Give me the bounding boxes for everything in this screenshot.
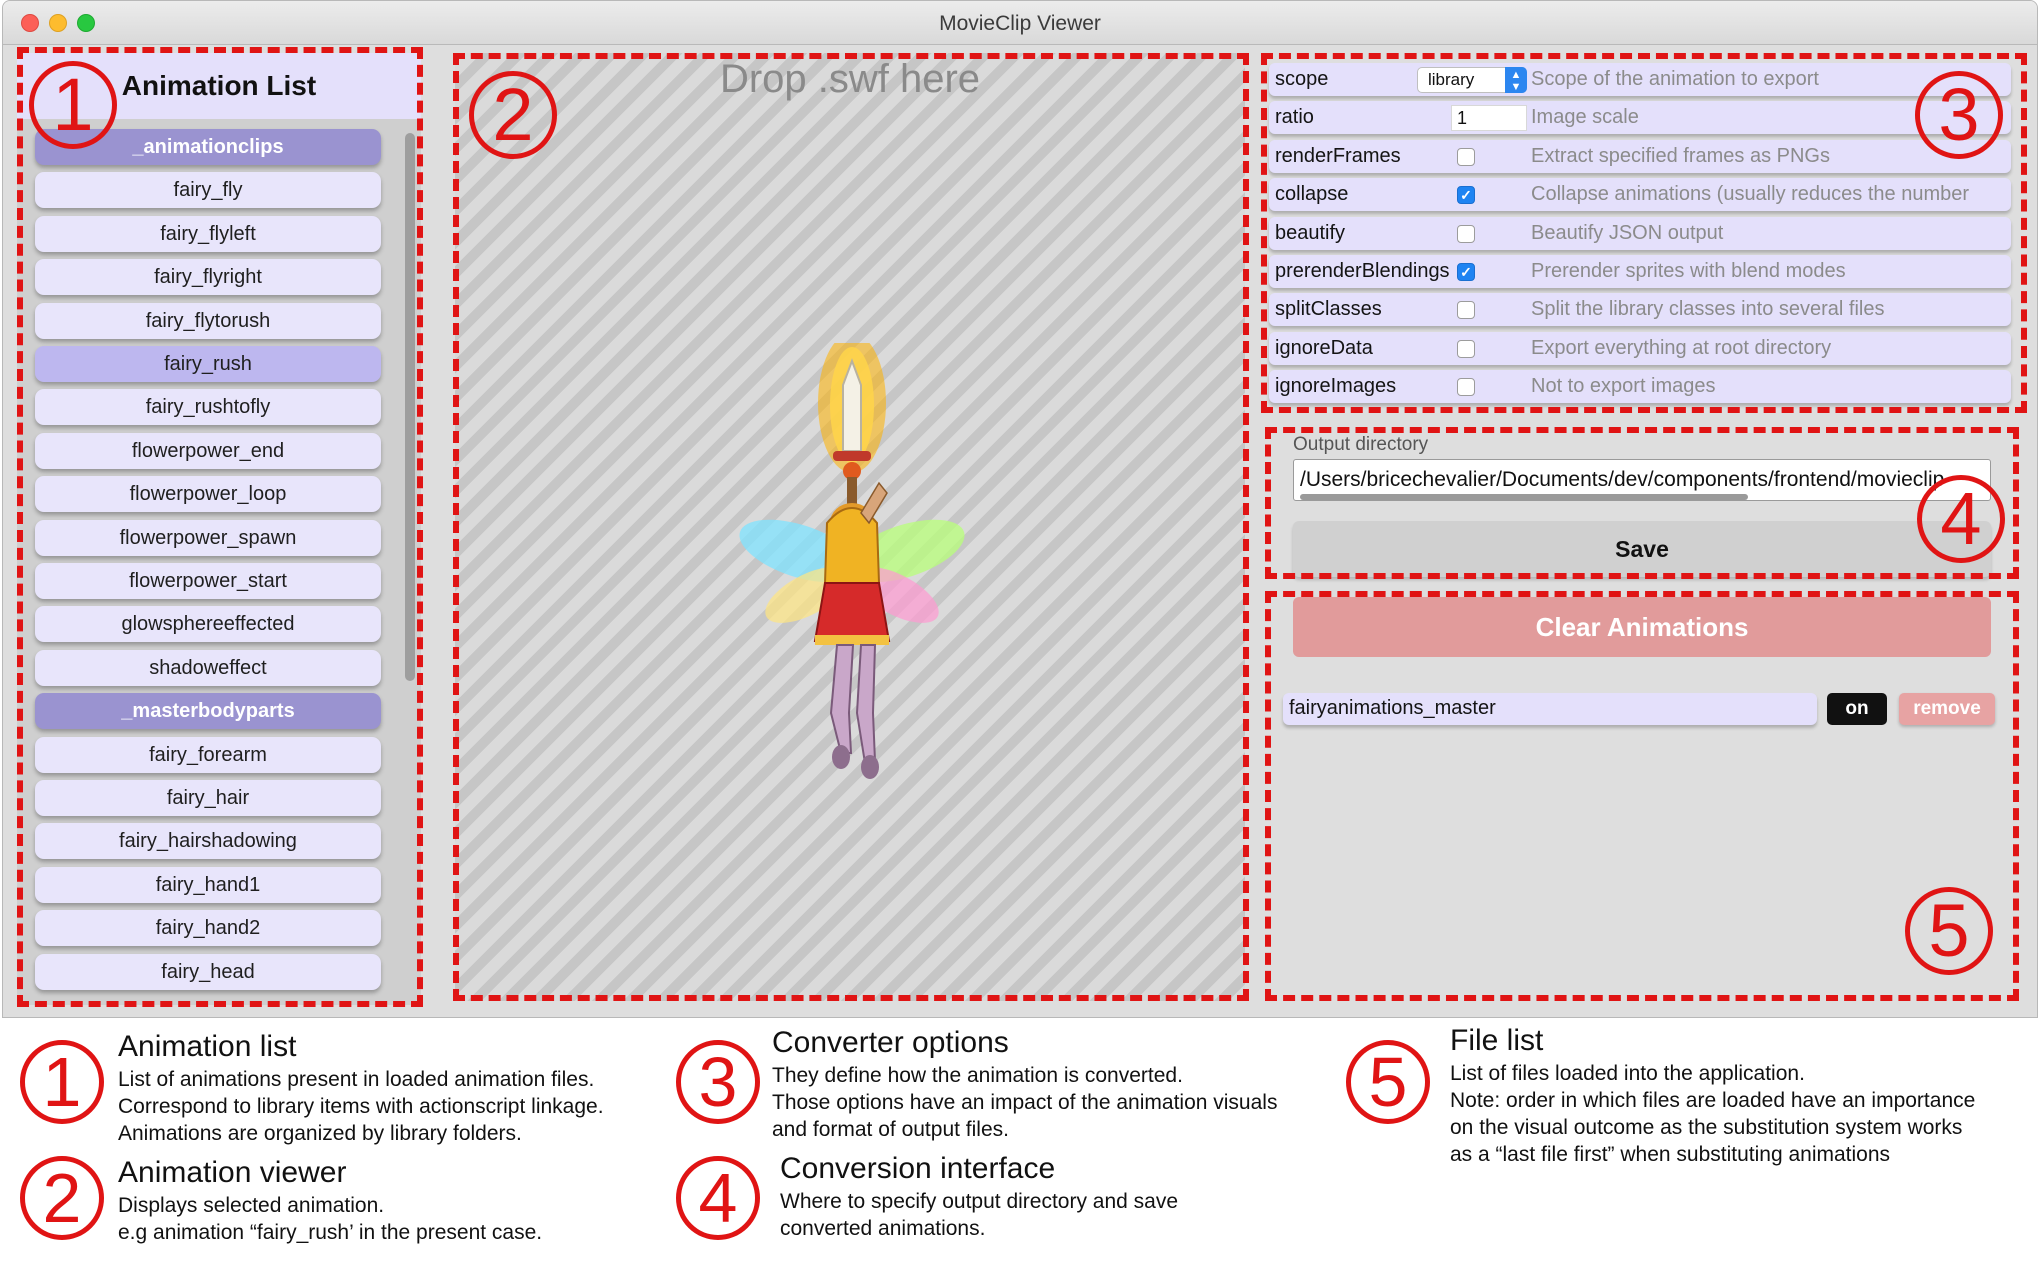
annotation-number-2: 2 (469, 71, 557, 159)
legend-line: Animations are organized by library fold… (118, 1122, 522, 1145)
legend-number-4: 4 (676, 1156, 760, 1240)
legend-number-2: 2 (20, 1156, 104, 1240)
legend-line: List of animations present in loaded ani… (118, 1068, 595, 1091)
legend-body-4: Where to specify output directory and sa… (780, 1188, 1178, 1242)
annotation-box-2 (453, 53, 1249, 1001)
app-window: MovieClip Viewer Animation List _animati… (2, 0, 2038, 1018)
legend-title-1: Animation list (118, 1030, 297, 1063)
legend-title-2: Animation viewer (118, 1156, 347, 1189)
title-bar: MovieClip Viewer (3, 1, 2037, 45)
legend-line: on the visual outcome as the substitutio… (1450, 1116, 1963, 1139)
legend-line: Displays selected animation. (118, 1194, 385, 1217)
window-title: MovieClip Viewer (939, 12, 1101, 35)
legend-title-5: File list (1450, 1024, 1544, 1057)
legend-body-5: List of files loaded into the applicatio… (1450, 1060, 1975, 1168)
annotation-number-1: 1 (29, 61, 117, 149)
annotation-box-3 (1261, 53, 2027, 413)
legend-body-2: Displays selected animation. e.g animatio… (118, 1192, 542, 1246)
legend-line: as a “last file first” when substituting… (1450, 1143, 1891, 1166)
legend-number-3: 3 (676, 1040, 760, 1124)
legend-line: Those options have an impact of the anim… (772, 1091, 1278, 1114)
legend-line: Correspond to library items with actions… (118, 1095, 604, 1118)
legend-number-1: 1 (20, 1040, 104, 1124)
legend-line: Note: order in which files are loaded ha… (1450, 1089, 1976, 1112)
legend-line: e.g animation “fairy_rush’ in the presen… (118, 1221, 543, 1244)
annotation-box-4 (1265, 427, 2019, 579)
legend-body-3: They define how the animation is convert… (772, 1062, 1277, 1143)
legend-line: List of files loaded into the applicatio… (1450, 1062, 1805, 1085)
legend-line: Where to specify output directory and sa… (780, 1190, 1179, 1213)
legend-line: and format of output files. (772, 1118, 1009, 1141)
legend-title-4: Conversion interface (780, 1152, 1056, 1185)
legend-number-5: 5 (1346, 1040, 1430, 1124)
annotation-number-3: 3 (1915, 71, 2003, 159)
legend-body-1: List of animations present in loaded ani… (118, 1066, 604, 1147)
annotation-number-5: 5 (1905, 887, 1993, 975)
legend-line: converted animations. (780, 1217, 986, 1240)
annotation-number-4: 4 (1917, 475, 2005, 563)
legend-line: They define how the animation is convert… (772, 1064, 1183, 1087)
legend-title-3: Converter options (772, 1026, 1009, 1059)
annotation-box-1 (17, 47, 423, 1007)
